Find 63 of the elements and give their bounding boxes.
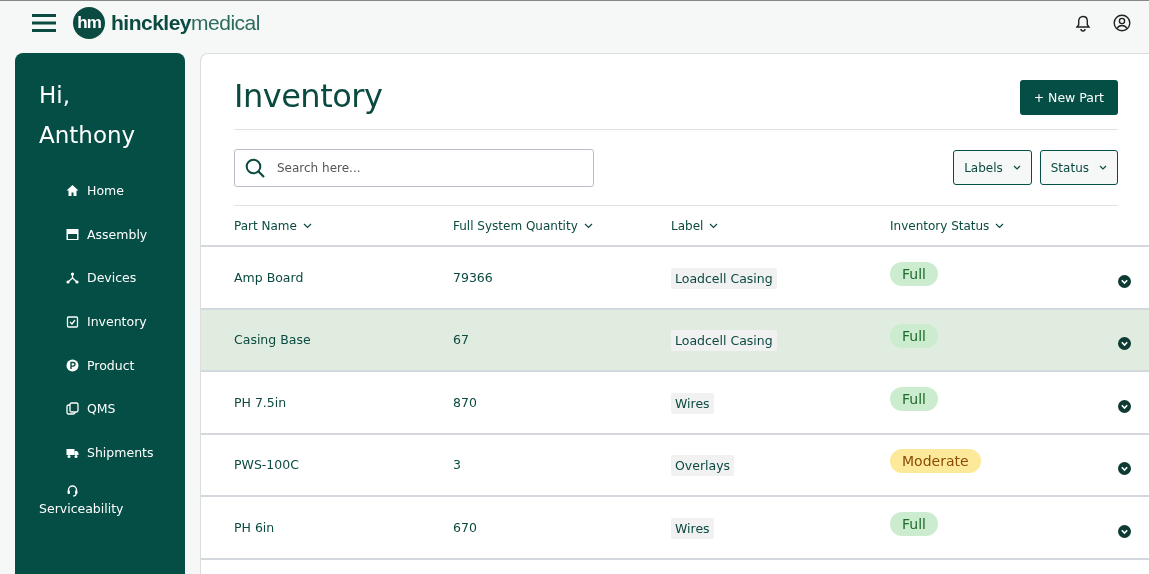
nav-item[interactable]: Product	[66, 343, 185, 387]
table-cell-text: PWS-100C	[234, 457, 300, 473]
filter-dropdown[interactable]: Labels	[953, 150, 1032, 185]
table-cell-text: 3	[453, 457, 462, 473]
nav-item[interactable]: Shipments	[66, 430, 185, 475]
column-header[interactable]: Part Name	[234, 218, 453, 233]
caret-icon	[1099, 165, 1107, 170]
filter-dropdown[interactable]: Status	[1039, 150, 1118, 185]
home-icon	[66, 184, 79, 198]
table-cell-text: 79366	[453, 269, 494, 285]
search-field[interactable]: Search here...	[234, 148, 594, 187]
caret-icon	[302, 222, 312, 229]
network-icon	[66, 271, 79, 285]
expand-icon[interactable]	[1118, 274, 1131, 288]
expand-icon[interactable]	[1118, 399, 1131, 413]
nav-item[interactable]: QMS	[66, 386, 185, 431]
table-cell-text: 670	[453, 519, 478, 535]
label-tag: Loadcell Casing	[671, 267, 777, 289]
table-cell-text: PH 6in	[234, 519, 276, 535]
nav-item[interactable]: Devices	[66, 256, 185, 300]
table-cell-text: Amp Board	[234, 269, 305, 285]
expand-icon[interactable]	[1118, 337, 1131, 351]
table-cell-text: 870	[453, 394, 478, 410]
column-header[interactable]: Full System Quantity	[453, 218, 671, 233]
label-tag: Overlays	[671, 455, 735, 477]
caret-icon	[583, 222, 593, 229]
bell-icon[interactable]	[1075, 14, 1091, 32]
status-badge: Full	[890, 324, 938, 349]
logo-mark: hm	[73, 7, 105, 39]
logo-wordmark-suffix: medical	[191, 11, 260, 35]
new-part-button[interactable]: + New Part	[1019, 80, 1118, 115]
nav-item[interactable]: Inventory	[66, 299, 185, 344]
table-cell-text: PH 7.5in	[234, 394, 288, 410]
circle-icon	[66, 358, 79, 372]
label-tag: Wires	[671, 517, 714, 539]
headset-icon	[66, 484, 79, 498]
nav-item[interactable]: Assembly	[66, 212, 185, 257]
nav-item[interactable]: Serviceability	[39, 474, 185, 527]
search-icon	[245, 157, 265, 178]
logo-wordmark: hinckley	[111, 11, 192, 35]
user-icon[interactable]	[1113, 14, 1131, 32]
column-header[interactable]: Label	[671, 218, 890, 233]
caret-icon	[709, 222, 719, 229]
caret-icon	[995, 222, 1005, 229]
document-icon	[66, 227, 79, 241]
page-title: Inventory	[234, 76, 383, 115]
status-badge: Full	[890, 261, 938, 286]
menu-icon[interactable]	[32, 14, 56, 32]
clipboard-icon	[66, 315, 79, 329]
expand-icon[interactable]	[1118, 462, 1131, 476]
label-tag: Loadcell Casing	[671, 330, 777, 352]
table-cell-text: 67	[453, 332, 470, 348]
copy-icon	[66, 402, 79, 416]
greeting: Hi, Anthony	[39, 81, 137, 150]
status-badge: Full	[890, 511, 938, 536]
status-badge: Full	[890, 386, 938, 411]
nav-item[interactable]: Home	[66, 169, 185, 213]
caret-icon	[1012, 165, 1021, 170]
label-tag: Wires	[671, 392, 714, 414]
table-cell-text: Casing Base	[234, 332, 312, 348]
column-header[interactable]: Inventory Status	[890, 218, 1090, 233]
expand-icon[interactable]	[1118, 524, 1131, 538]
status-badge: Moderate	[890, 449, 981, 474]
